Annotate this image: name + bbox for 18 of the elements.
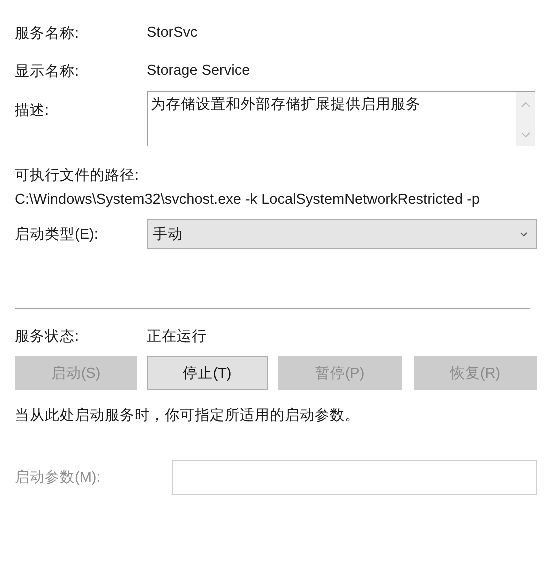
field-label: 启动参数(M): xyxy=(15,468,102,487)
description-box[interactable]: 为存储设置和外部存储扩展提供启用服务 xyxy=(147,91,535,146)
field-label: 可执行文件的路径: xyxy=(15,167,140,185)
service-button[interactable]: 停止(T) xyxy=(147,356,268,390)
field-label: 描述: xyxy=(15,102,50,120)
status-value: 正在运行 xyxy=(147,328,207,346)
field-value: StorSvc xyxy=(147,25,198,41)
executable-path: C:\Windows\System32\svchost.exe -k LocalSystemNetworkRestricted -p xyxy=(15,192,481,208)
field-label: 服务状态: xyxy=(15,328,80,346)
field-label: 启动类型(E): xyxy=(15,226,100,244)
field-label: 显示名称: xyxy=(15,62,80,80)
field-label: 服务名称: xyxy=(15,24,80,42)
scroll-down-icon[interactable] xyxy=(520,132,530,138)
field-value: Storage Service xyxy=(147,63,250,79)
startup-type-dropdown[interactable]: 手动 xyxy=(147,219,537,249)
hint-text: 当从此处启动服务时，你可指定所适用的启动参数。 xyxy=(15,406,361,425)
chevron-down-icon xyxy=(520,232,528,236)
scroll-up-icon[interactable] xyxy=(520,102,530,108)
